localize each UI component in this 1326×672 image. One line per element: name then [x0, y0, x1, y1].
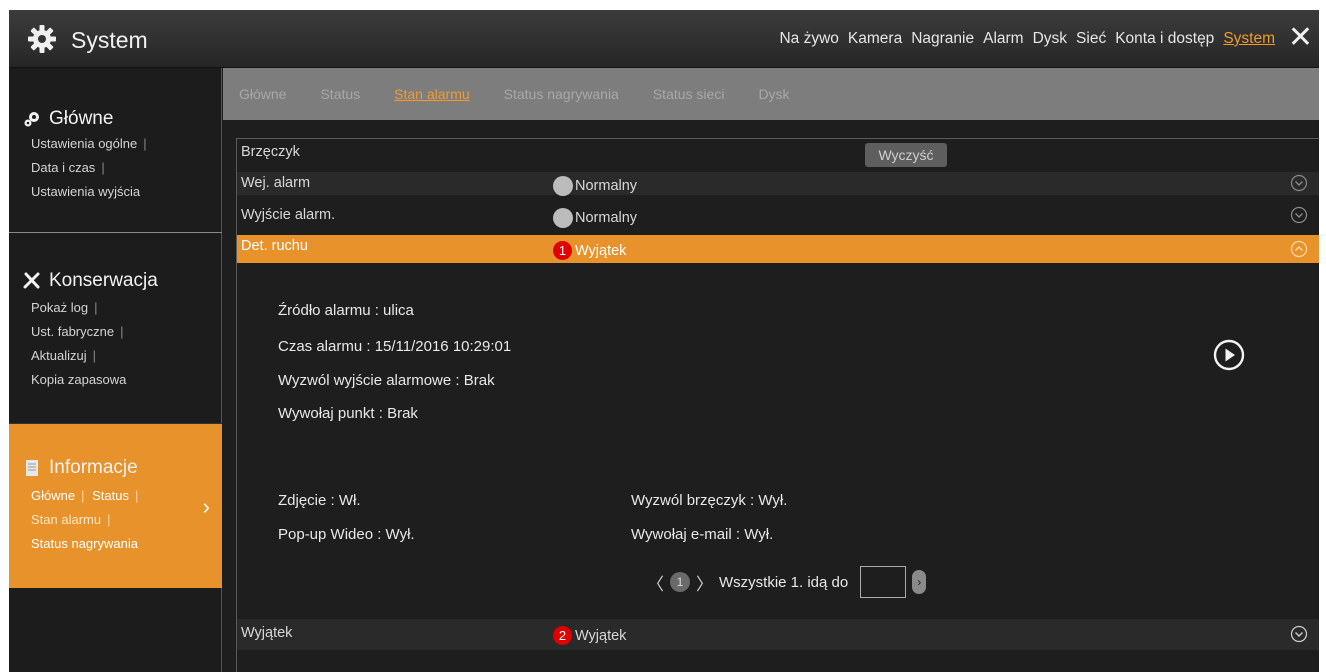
alarm-time: Czas alarmu : 15/11/2016 10:29:01: [278, 338, 512, 355]
alarm-call-point: Wywołaj punkt : Brak: [278, 405, 418, 422]
sidebar-heading-label: Konserwacja: [49, 270, 158, 291]
page-total-label: Wszystkie 1. idą do: [719, 573, 849, 591]
sidebar-section-information: Informacje Główne | Status | Stan alarmu | …: [9, 424, 222, 588]
sidebar-item-recording-status[interactable]: Status nagrywania: [31, 536, 138, 551]
pagination: 〈 1 〉 Wszystkie 1. idą do ›: [647, 566, 927, 598]
gears-icon: [24, 112, 39, 127]
sidebar-heading-label: Główne: [49, 108, 114, 129]
tab-main[interactable]: Główne: [239, 86, 286, 102]
tab-network-status[interactable]: Status sieci: [653, 86, 725, 102]
gear-icon: [28, 25, 56, 53]
app-title: System: [71, 27, 148, 53]
nav-alarm[interactable]: Alarm: [983, 30, 1023, 48]
close-button[interactable]: ✕: [1288, 21, 1313, 55]
sidebar-items-main: Ustawienia ogólne | Data i czas | Ustawien…: [31, 136, 147, 199]
alarm-popup-video: Pop-up Wideo : Wył.: [278, 526, 415, 543]
sidebar-item-output-settings[interactable]: Ustawienia wyjścia: [31, 184, 140, 199]
nav-accounts[interactable]: Konta i dostęp: [1115, 30, 1214, 48]
tools-icon: [23, 272, 40, 289]
chevron-down-icon[interactable]: [1290, 206, 1308, 224]
sidebar-heading-label: Informacje: [49, 457, 138, 478]
row-label: Wyjście alarm.: [241, 207, 336, 223]
row-exception[interactable]: Wyjątek 2 Wyjątek: [237, 619, 1319, 650]
nav-recording[interactable]: Nagranie: [911, 30, 974, 48]
page-jump-input[interactable]: [860, 566, 907, 598]
row-label: Brzęczyk: [241, 144, 300, 160]
status-dot-icon: [553, 208, 573, 228]
row-label: Wyjątek: [241, 625, 293, 641]
nav-disk[interactable]: Dysk: [1033, 30, 1067, 48]
alarm-buzzer: Wyzwól brzęczyk : Wył.: [631, 492, 788, 509]
main-nav: Na żywo Kamera Nagranie Alarm Dysk Sieć …: [779, 30, 1275, 48]
row-motion-detection[interactable]: Det. ruchu 1 Wyjątek: [237, 235, 1319, 263]
sidebar-section-main: Główne Ustawienia ogólne | Data i czas | U…: [9, 68, 222, 233]
nav-live[interactable]: Na żywo: [779, 30, 838, 48]
row-label: Wej. alarm: [241, 175, 311, 191]
play-icon[interactable]: [1213, 339, 1245, 371]
alarm-count-badge: 1: [553, 241, 572, 260]
sidebar-items-maintenance: Pokaż log | Ust. fabryczne | Aktualizuj | K…: [31, 300, 127, 387]
sidebar-item-backup[interactable]: Kopia zapasowa: [31, 372, 126, 387]
sidebar-section-maintenance: Konserwacja Pokaż log | Ust. fabryczne | A…: [9, 234, 222, 424]
app-window: System Na żywo Kamera Nagranie Alarm Dys…: [9, 10, 1319, 672]
chevron-right-icon[interactable]: 〉: [696, 570, 713, 595]
go-arrow-icon[interactable]: ›: [912, 570, 927, 594]
sidebar-heading-main[interactable]: Główne: [23, 108, 113, 130]
row-status: Wyjątek: [575, 242, 627, 259]
alarm-snapshot: Zdjęcie : Wł.: [278, 492, 361, 509]
nav-camera[interactable]: Kamera: [848, 30, 902, 48]
clear-button[interactable]: Wyczyść: [865, 143, 947, 167]
tab-status[interactable]: Status: [320, 86, 360, 102]
subtab-bar: Główne Status Stan alarmu Status nagrywa…: [223, 68, 1319, 120]
chevron-left-icon[interactable]: 〈: [647, 570, 664, 595]
sidebar-item-update[interactable]: Aktualizuj: [31, 348, 87, 363]
tab-recording-status[interactable]: Status nagrywania: [504, 86, 619, 102]
chevron-down-icon[interactable]: [1290, 174, 1308, 192]
sidebar-item-alarm-state[interactable]: Stan alarmu: [31, 512, 101, 527]
chevron-up-icon[interactable]: [1290, 240, 1308, 258]
chevron-right-icon[interactable]: ›: [203, 494, 210, 520]
row-alarm-input[interactable]: Wej. alarm Normalny: [237, 172, 1319, 196]
alarm-email: Wywołaj e-mail : Wył.: [631, 526, 774, 543]
status-dot-icon: [553, 176, 573, 196]
document-icon: [26, 460, 38, 476]
sidebar-heading-information[interactable]: Informacje: [23, 457, 138, 479]
sidebar-item-general-settings[interactable]: Ustawienia ogólne: [31, 136, 137, 151]
row-label: Det. ruchu: [241, 238, 308, 254]
alarm-trigger-output: Wyzwól wyjście alarmowe : Brak: [278, 372, 495, 389]
tab-alarm-state[interactable]: Stan alarmu: [394, 86, 469, 102]
page-number[interactable]: 1: [670, 572, 690, 592]
nav-system[interactable]: System: [1223, 30, 1275, 48]
sidebar-heading-maintenance[interactable]: Konserwacja: [23, 270, 158, 292]
sidebar: Główne Ustawienia ogólne | Data i czas | U…: [9, 68, 222, 672]
alarm-state-panel: Brzęczyk Wyczyść Wej. alarm Normalny Wyj…: [236, 138, 1319, 672]
sidebar-item-date-time[interactable]: Data i czas: [31, 160, 95, 175]
chevron-down-icon[interactable]: [1290, 625, 1308, 643]
row-status: Wyjątek: [575, 627, 627, 644]
alarm-count-badge: 2: [553, 626, 572, 645]
row-status: Normalny: [575, 210, 638, 226]
sidebar-item-show-log[interactable]: Pokaż log: [31, 300, 88, 315]
row-buzzer: Brzęczyk Wyczyść: [237, 141, 1319, 167]
sidebar-items-information: Główne | Status | Stan alarmu | Status nagr…: [31, 488, 139, 551]
sidebar-item-factory-reset[interactable]: Ust. fabryczne: [31, 324, 114, 339]
tab-disk[interactable]: Dysk: [758, 86, 789, 102]
top-bar: System Na żywo Kamera Nagranie Alarm Dys…: [9, 10, 1319, 68]
sidebar-item-info-status[interactable]: Status: [92, 488, 129, 503]
row-alarm-output[interactable]: Wyjście alarm. Normalny: [237, 204, 1319, 228]
alarm-source: Źródło alarmu : ulica: [278, 302, 414, 319]
row-status: Normalny: [575, 178, 638, 194]
nav-network[interactable]: Sieć: [1076, 30, 1106, 48]
sidebar-item-info-main[interactable]: Główne: [31, 488, 75, 503]
